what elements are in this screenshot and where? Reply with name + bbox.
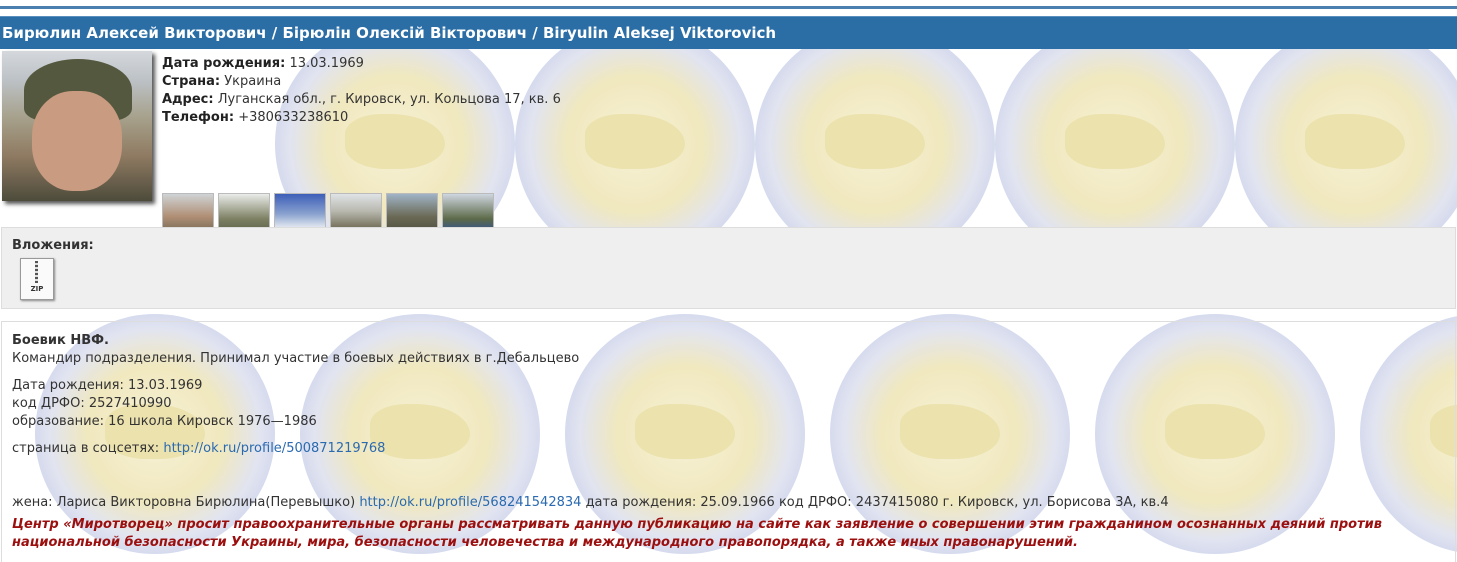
description-heading: Боевик НВФ. bbox=[12, 333, 109, 348]
profile-photo[interactable] bbox=[2, 51, 152, 201]
content-area: Дата рождения: 13.03.1969 Страна: Украин… bbox=[0, 49, 1457, 562]
phone-row: Телефон: +380633238610 bbox=[162, 110, 349, 125]
description-panel: Боевик НВФ. Командир подразделения. Прин… bbox=[1, 321, 1456, 562]
profile-section: Дата рождения: 13.03.1969 Страна: Украин… bbox=[0, 49, 1457, 245]
dob-row: Дата рождения: 13.03.1969 bbox=[162, 56, 364, 71]
country-row: Страна: Украина bbox=[162, 74, 282, 89]
wife-profile-link[interactable]: http://ok.ru/profile/568241542834 bbox=[359, 495, 581, 510]
social-profile-link[interactable]: http://ok.ru/profile/500871219768 bbox=[163, 441, 385, 456]
description-line: Командир подразделения. Принимал участие… bbox=[12, 351, 580, 366]
warning-notice: Центр «Миротворец» просит правоохранител… bbox=[12, 517, 1382, 550]
zip-file-icon[interactable]: ZIP bbox=[20, 258, 54, 300]
page-title: Бирюлин Алексей Викторович / Бірюлін Оле… bbox=[0, 16, 1457, 49]
profile-info: Дата рождения: 13.03.1969 Страна: Украин… bbox=[162, 55, 561, 127]
wife-row: жена: Лариса Викторовна Бирюлина(Перевыш… bbox=[12, 495, 1169, 510]
address-row: Адрес: Луганская обл., г. Кировск, ул. К… bbox=[162, 92, 561, 107]
dob-text: Дата рождения: 13.03.1969 bbox=[12, 378, 203, 393]
drfo-text: код ДРФО: 2527410990 bbox=[12, 396, 172, 411]
attachments-label: Вложения: bbox=[12, 238, 94, 253]
attachments-panel: Вложения: ZIP bbox=[1, 227, 1456, 309]
social-row: страница в соцсетях: http://ok.ru/profil… bbox=[12, 441, 386, 456]
education-text: образование: 16 школа Кировск 1976—1986 bbox=[12, 414, 317, 429]
top-rule bbox=[0, 0, 1457, 9]
